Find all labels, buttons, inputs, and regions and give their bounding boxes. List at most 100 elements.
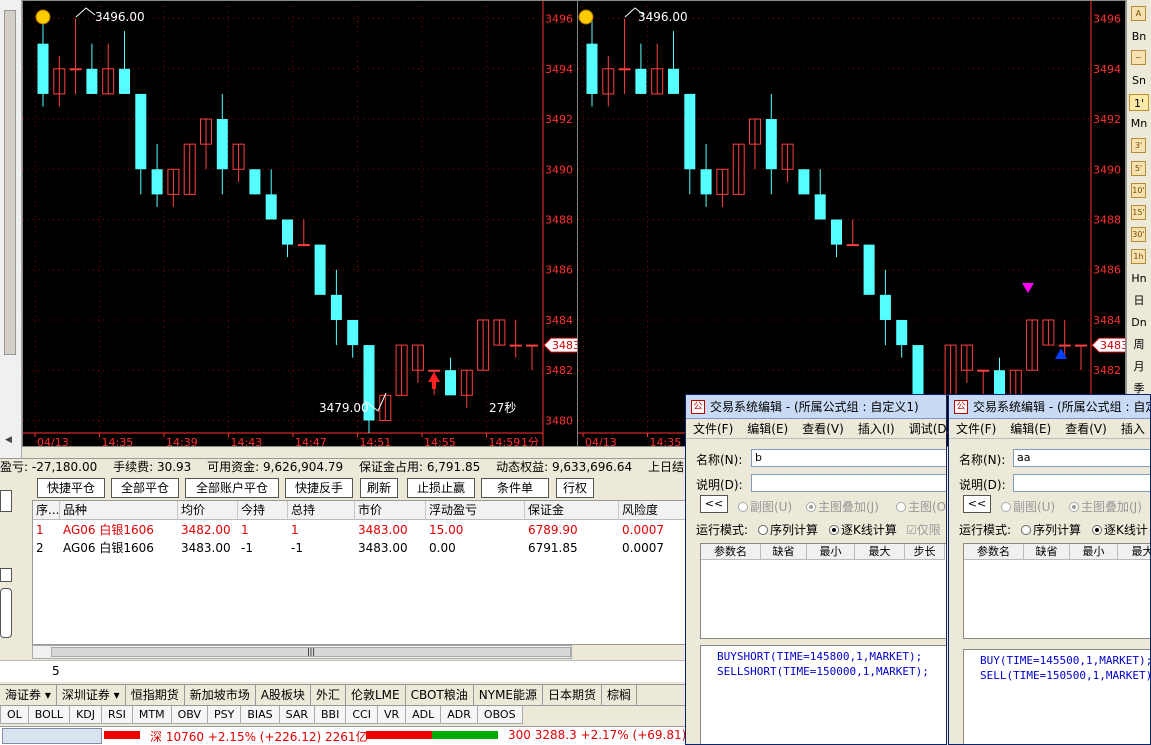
editor2-code-line[interactable]: SELL(TIME=150500,1,MARKET); (980, 668, 1150, 683)
indicator-tab-adr[interactable]: ADR (440, 706, 478, 724)
editor2-menu-1[interactable]: 编辑(E) (1003, 419, 1058, 438)
indicator-tab-vr[interactable]: VR (376, 706, 407, 724)
editor1-grid-header-3[interactable]: 最大 (855, 544, 905, 560)
icon-a-icon[interactable]: A (1131, 6, 1146, 21)
editor1-param-grid[interactable]: 参数名 缺省 最小 最大 步长 (700, 543, 946, 639)
indicator-tab-bias[interactable]: BIAS (240, 706, 280, 724)
exercise-button[interactable]: 行权 (556, 478, 594, 498)
market-tab-8[interactable]: NYME能源 (474, 685, 544, 705)
side-control-1[interactable] (0, 490, 12, 512)
quick-close-button[interactable]: 快捷平仓 (37, 478, 105, 498)
position-cell[interactable]: 6789.90 (525, 521, 619, 539)
editor1-opt-overlay[interactable]: 主图叠加(J) (806, 498, 879, 515)
editor1-only-check[interactable]: ☑仅限 (906, 521, 941, 538)
toolbar-hn[interactable]: Hn (1129, 270, 1149, 287)
editor2-mode-seq[interactable]: 序列计算 (1021, 521, 1081, 538)
position-cell[interactable]: AG06 白银1606 (60, 521, 178, 539)
market-tab-7[interactable]: CBOT粮油 (406, 685, 474, 705)
formula-editor-2[interactable]: 公 交易系统编辑 - (所属公式组 : 自定 文件(F) 编辑(E) 查看(V) 插入… (948, 394, 1151, 745)
toolbar-dn[interactable]: Dn (1129, 314, 1149, 331)
editor2-menu-2[interactable]: 查看(V) (1058, 419, 1114, 438)
editor1-grid-header-2[interactable]: 最小 (807, 544, 855, 560)
position-cell[interactable]: AG06 白银1606 (60, 539, 178, 557)
editor1-titlebar[interactable]: 公 交易系统编辑 - (所属公式组 : 自定义1) (686, 395, 946, 419)
position-cell[interactable]: 1 (238, 521, 288, 539)
position-cell[interactable]: 3483.00 (178, 539, 238, 557)
toolbar-day[interactable]: 日 (1129, 292, 1149, 309)
market-tab-0[interactable]: 海证券 ▾ (0, 685, 57, 705)
editor2-titlebar[interactable]: 公 交易系统编辑 - (所属公式组 : 自定 (949, 395, 1150, 419)
side-control-3[interactable] (0, 588, 12, 638)
editor2-param-grid[interactable]: 参数名缺省最小最大 (963, 543, 1150, 639)
icon-3m-icon[interactable]: 3' (1131, 138, 1146, 153)
toolbar-1-selected[interactable]: 1' (1129, 94, 1149, 111)
formula-editor-1[interactable]: 公 交易系统编辑 - (所属公式组 : 自定义1) 文件(F) 编辑(E) 查看(V… (685, 394, 947, 745)
mini-window-controls[interactable] (2, 728, 102, 744)
toolbar-bn[interactable]: Bn (1129, 28, 1149, 45)
conditional-order-button[interactable]: 条件单 (481, 478, 549, 498)
editor2-grid-header-0[interactable]: 参数名 (964, 544, 1024, 560)
position-cell[interactable]: 3482.00 (178, 521, 238, 539)
position-cell[interactable]: 0.00 (426, 539, 525, 557)
editor1-code-line[interactable]: SELLSHORT(TIME=150000,1,MARKET); (717, 664, 946, 679)
icon-5m-icon[interactable]: 5' (1131, 161, 1146, 176)
stop-loss-button[interactable]: 止损止赢 (407, 478, 475, 498)
col-header-6[interactable]: 浮动盈亏 (426, 501, 525, 519)
position-cell[interactable]: 0.0007 (619, 521, 685, 539)
editor2-code-line[interactable]: BUY(TIME=145500,1,MARKET); (980, 653, 1150, 668)
kline-chart-main-svg[interactable]: 3496 3494 3492 3490 3488 3486 3484 3482 3480 04/1… (23, 1, 578, 447)
editor1-code-editor[interactable]: BUYSHORT(TIME=145800,1,MARKET); SELLSHORT… (700, 645, 946, 744)
editor2-opt-sub[interactable]: 副图(U) (1001, 498, 1055, 515)
indicator-tab-bbi[interactable]: BBI (314, 706, 347, 724)
position-cell[interactable]: 6791.85 (525, 539, 619, 557)
col-header-1[interactable]: 品种 (60, 501, 178, 519)
col-header-2[interactable]: 均价 (178, 501, 238, 519)
indicator-tab-cci[interactable]: CCI (345, 706, 378, 724)
position-cell[interactable]: 3483.00 (355, 521, 426, 539)
col-header-8[interactable]: 风险度 (619, 501, 685, 519)
market-tab-3[interactable]: 新加坡市场 (185, 685, 256, 705)
left-scrollbar[interactable] (4, 10, 16, 355)
icon-10m-icon[interactable]: 10' (1131, 183, 1146, 198)
toolbar-month[interactable]: 月 (1129, 358, 1149, 375)
editor1-menu-0[interactable]: 文件(F) (686, 419, 740, 438)
market-tab-2[interactable]: 恒指期货 (126, 685, 185, 705)
col-header-3[interactable]: 今持 (238, 501, 288, 519)
market-tab-10[interactable]: 棕榈 (602, 685, 638, 705)
market-tab-4[interactable]: A股板块 (256, 685, 311, 705)
editor1-grid-header-0[interactable]: 参数名 (701, 544, 761, 560)
indicator-tab-rsi[interactable]: RSI (101, 706, 133, 724)
hscroll-thumb[interactable]: ||| (51, 647, 571, 657)
tab-count[interactable]: 5 (52, 664, 60, 678)
icon-30m-icon[interactable]: 30' (1131, 227, 1146, 242)
indicator-tab-obv[interactable]: OBV (170, 706, 208, 724)
editor2-menu-3[interactable]: 插入 (1114, 419, 1150, 438)
side-control-2[interactable] (0, 568, 12, 582)
indicator-tab-adl[interactable]: ADL (405, 706, 442, 724)
indicator-tab-obos[interactable]: OBOS (476, 706, 523, 724)
col-header-7[interactable]: 保证金 (525, 501, 619, 519)
indicator-tab-sar[interactable]: SAR (278, 706, 316, 724)
editor2-desc-input[interactable] (1013, 474, 1150, 492)
position-cell[interactable]: 2 (33, 539, 60, 557)
scroll-arrow-icon[interactable]: ◀ (5, 435, 12, 445)
editor1-collapse-button[interactable]: << (700, 495, 728, 513)
positions-hscroll[interactable]: ||| (32, 645, 572, 659)
position-cell[interactable]: 15.00 (426, 521, 525, 539)
close-all-button[interactable]: 全部平仓 (111, 478, 179, 498)
editor2-mode-tick[interactable]: 逐K线计 (1092, 521, 1148, 538)
editor1-menu-2[interactable]: 查看(V) (795, 419, 851, 438)
col-header-0[interactable]: 序... (33, 501, 60, 519)
toolbar-sn[interactable]: Sn (1129, 72, 1149, 89)
col-header-4[interactable]: 总持 (288, 501, 355, 519)
market-tab-9[interactable]: 日本期货 (543, 685, 603, 705)
editor1-menu-3[interactable]: 插入(I) (851, 419, 902, 438)
icon-b-icon[interactable]: ~ (1131, 50, 1146, 65)
kline-chart-second[interactable]: 34963494349234903488348634843482348004/1… (577, 0, 1126, 447)
position-cell[interactable]: -1 (238, 539, 288, 557)
editor1-mode-tick[interactable]: 逐K线计算 (829, 521, 897, 538)
editor2-collapse-button[interactable]: << (963, 495, 991, 513)
market-tab-1[interactable]: 深圳证券 ▾ (57, 685, 126, 705)
editor2-grid-header-2[interactable]: 最小 (1070, 544, 1118, 560)
close-all-accounts-button[interactable]: 全部账户平仓 (185, 478, 279, 498)
